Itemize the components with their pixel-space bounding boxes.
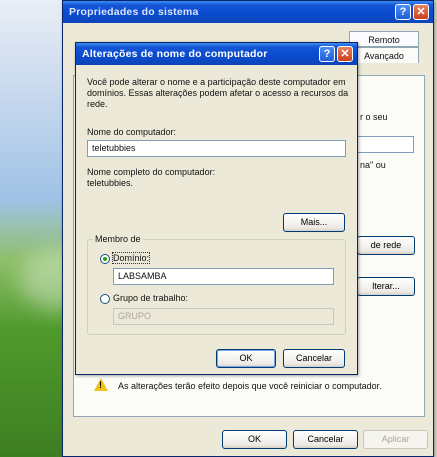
partial-text-2: na" ou: [360, 160, 386, 170]
close-icon[interactable]: ✕: [413, 4, 429, 20]
workgroup-label: Grupo de trabalho:: [113, 293, 189, 303]
partial-text-1: r o seu: [360, 112, 388, 122]
domain-label: Domínio:: [111, 252, 151, 264]
desktop-background: [0, 0, 70, 457]
more-button[interactable]: Mais...: [283, 213, 345, 232]
dialog-ok-button[interactable]: OK: [216, 349, 276, 368]
restart-warning-text: As alterações terão efeito depois que vo…: [118, 381, 382, 391]
domain-field[interactable]: LABSAMBA: [113, 268, 334, 285]
dialog-close-icon[interactable]: ✕: [337, 46, 353, 62]
dialog-title: Alterações de nome do computador: [82, 48, 268, 60]
full-name-label: Nome completo do computador:: [87, 167, 216, 177]
workgroup-radio[interactable]: [100, 294, 110, 304]
full-name-value: teletubbies.: [87, 178, 134, 188]
ok-button[interactable]: OK: [222, 430, 287, 449]
warning-icon: !: [94, 378, 108, 391]
member-of-label: Membro de: [93, 234, 143, 244]
dialog-cancel-button[interactable]: Cancelar: [283, 349, 345, 368]
cancel-button[interactable]: Cancelar: [293, 430, 358, 449]
change-button[interactable]: lterar...: [357, 277, 415, 296]
system-properties-titlebar[interactable]: Propriedades do sistema: [63, 1, 433, 23]
computer-name-changes-dialog: Alterações de nome do computador ? ✕ Voc…: [75, 42, 358, 375]
computer-name-label: Nome do computador:: [87, 127, 177, 137]
help-icon[interactable]: ?: [395, 4, 411, 20]
dialog-titlebar[interactable]: Alterações de nome do computador: [76, 43, 357, 65]
system-properties-title: Propriedades do sistema: [69, 6, 199, 18]
dialog-description: Você pode alterar o nome e a participaçã…: [87, 77, 349, 109]
network-id-button[interactable]: de rede: [357, 236, 415, 255]
dialog-help-icon[interactable]: ?: [319, 46, 335, 62]
computer-name-field[interactable]: teletubbies: [87, 140, 346, 157]
partial-input: [354, 136, 414, 153]
domain-radio[interactable]: [100, 254, 110, 264]
apply-button: Aplicar: [363, 430, 428, 449]
workgroup-field: GRUPO: [113, 308, 334, 325]
tab-avancado[interactable]: Avançado: [349, 47, 419, 63]
tab-remoto[interactable]: Remoto: [349, 31, 419, 47]
